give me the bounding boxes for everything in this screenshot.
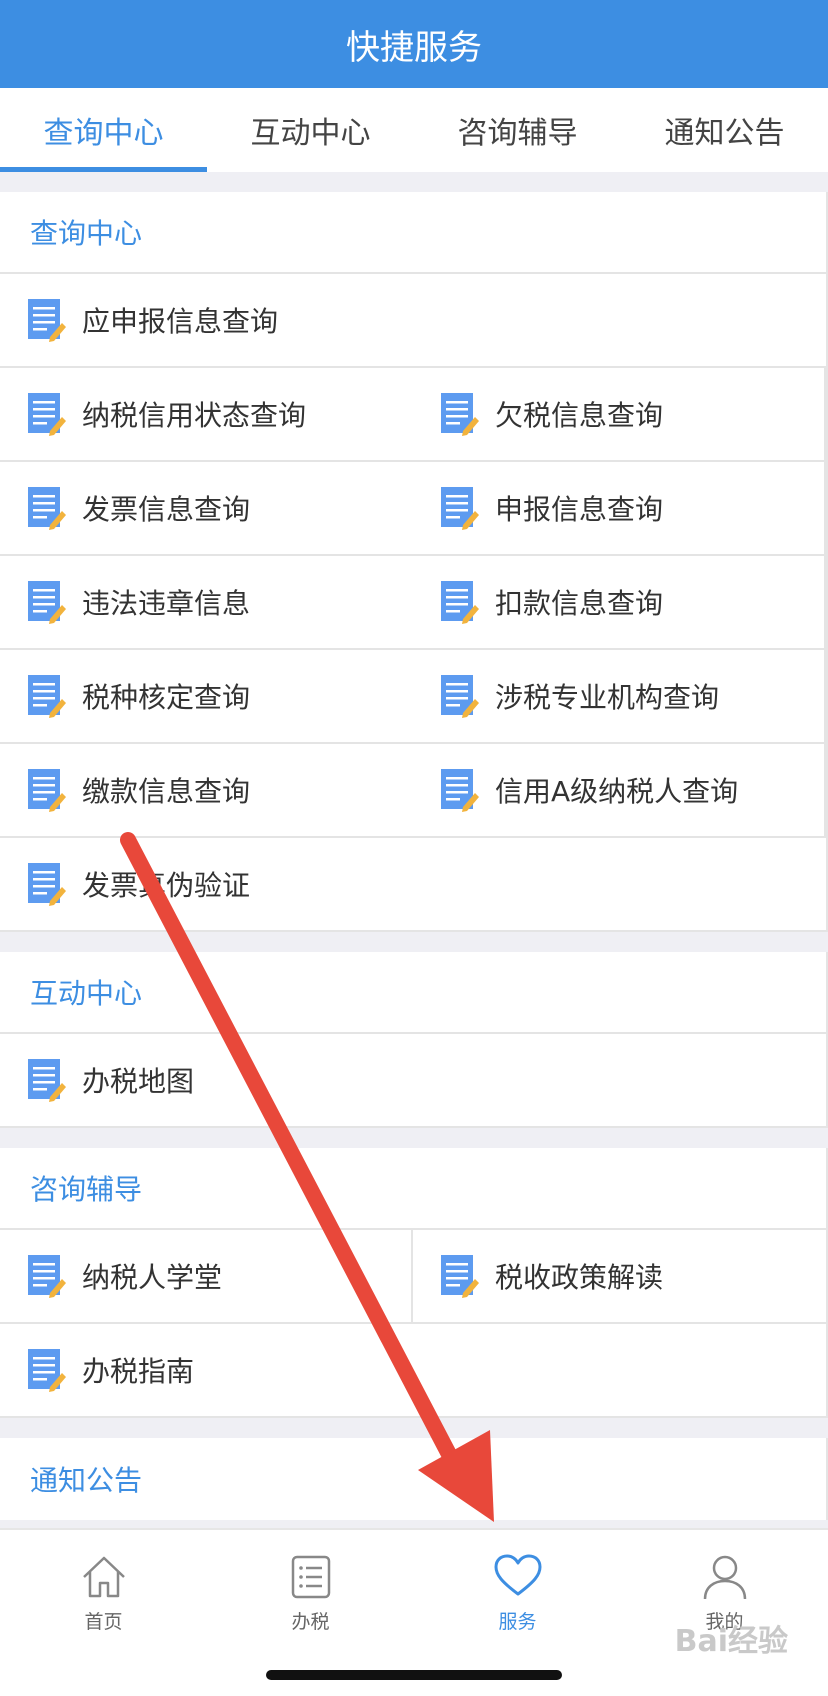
tab-interaction-center[interactable]: 互动中心 (207, 88, 414, 172)
document-edit-icon (28, 863, 66, 906)
document-edit-icon (28, 487, 66, 530)
menu-item[interactable]: 扣款信息查询 (413, 556, 826, 650)
menu-item[interactable]: 涉税专业机构查询 (413, 650, 826, 744)
top-header: 快捷服务 (0, 0, 828, 88)
menu-item[interactable]: 信用A级纳税人查询 (413, 744, 826, 838)
document-edit-icon (28, 1349, 66, 1392)
document-edit-icon (441, 487, 479, 530)
tabbar-tax[interactable]: 办税 (207, 1530, 414, 1654)
section-interaction: 互动中心 办税地图 (0, 952, 828, 1128)
menu-item[interactable]: 办税地图 (0, 1034, 826, 1128)
document-edit-icon (28, 1059, 66, 1102)
section-title: 咨询辅导 (0, 1148, 826, 1230)
menu-item[interactable]: 办税指南 (0, 1324, 826, 1418)
document-edit-icon (28, 1255, 66, 1298)
document-edit-icon (441, 393, 479, 436)
menu-item[interactable]: 纳税人学堂 (0, 1230, 413, 1324)
section-title: 互动中心 (0, 952, 826, 1034)
document-edit-icon (28, 299, 66, 342)
tabbar-home[interactable]: 首页 (0, 1530, 207, 1654)
document-edit-icon (441, 581, 479, 624)
menu-item[interactable]: 发票信息查询 (0, 462, 413, 556)
document-edit-icon (28, 581, 66, 624)
menu-item[interactable]: 税收政策解读 (413, 1230, 826, 1324)
section-notices: 通知公告 (0, 1438, 828, 1520)
menu-item[interactable]: 税种核定查询 (0, 650, 413, 744)
document-edit-icon (441, 675, 479, 718)
document-edit-icon (28, 769, 66, 812)
tabbar-service[interactable]: 服务 (414, 1530, 621, 1654)
section-consultation: 咨询辅导 纳税人学堂 税收政策解读 办税指南 (0, 1148, 828, 1418)
section-title: 查询中心 (0, 192, 826, 274)
tab-consultation[interactable]: 咨询辅导 (414, 88, 621, 172)
section-query: 查询中心 应申报信息查询 纳税信用状态查询 欠税信息查询 发票信息查询 申报信息… (0, 192, 828, 932)
menu-item[interactable]: 应申报信息查询 (0, 274, 826, 368)
watermark-logo: Bai经验 (674, 1624, 788, 1659)
tab-notices[interactable]: 通知公告 (621, 88, 828, 172)
menu-item[interactable]: 纳税信用状态查询 (0, 368, 413, 462)
list-icon (291, 1555, 330, 1598)
page-title: 快捷服务 (346, 27, 482, 68)
user-icon (703, 1555, 746, 1599)
heart-icon (494, 1554, 541, 1595)
document-edit-icon (441, 1255, 479, 1298)
menu-item[interactable]: 发票真伪验证 (0, 838, 826, 932)
document-edit-icon (441, 769, 479, 812)
document-edit-icon (28, 675, 66, 718)
menu-item[interactable]: 申报信息查询 (413, 462, 826, 556)
menu-item[interactable]: 缴款信息查询 (0, 744, 413, 838)
menu-item[interactable]: 欠税信息查询 (413, 368, 826, 462)
content-scroll[interactable]: 查询中心 应申报信息查询 纳税信用状态查询 欠税信息查询 发票信息查询 申报信息… (0, 172, 828, 1528)
section-title: 通知公告 (30, 1464, 143, 1497)
menu-item[interactable]: 违法违章信息 (0, 556, 413, 650)
tab-bar: 查询中心 互动中心 咨询辅导 通知公告 (0, 88, 828, 172)
home-indicator (266, 1670, 562, 1680)
document-edit-icon (28, 393, 66, 436)
home-icon (82, 1556, 125, 1597)
tab-query-center[interactable]: 查询中心 (0, 88, 207, 172)
